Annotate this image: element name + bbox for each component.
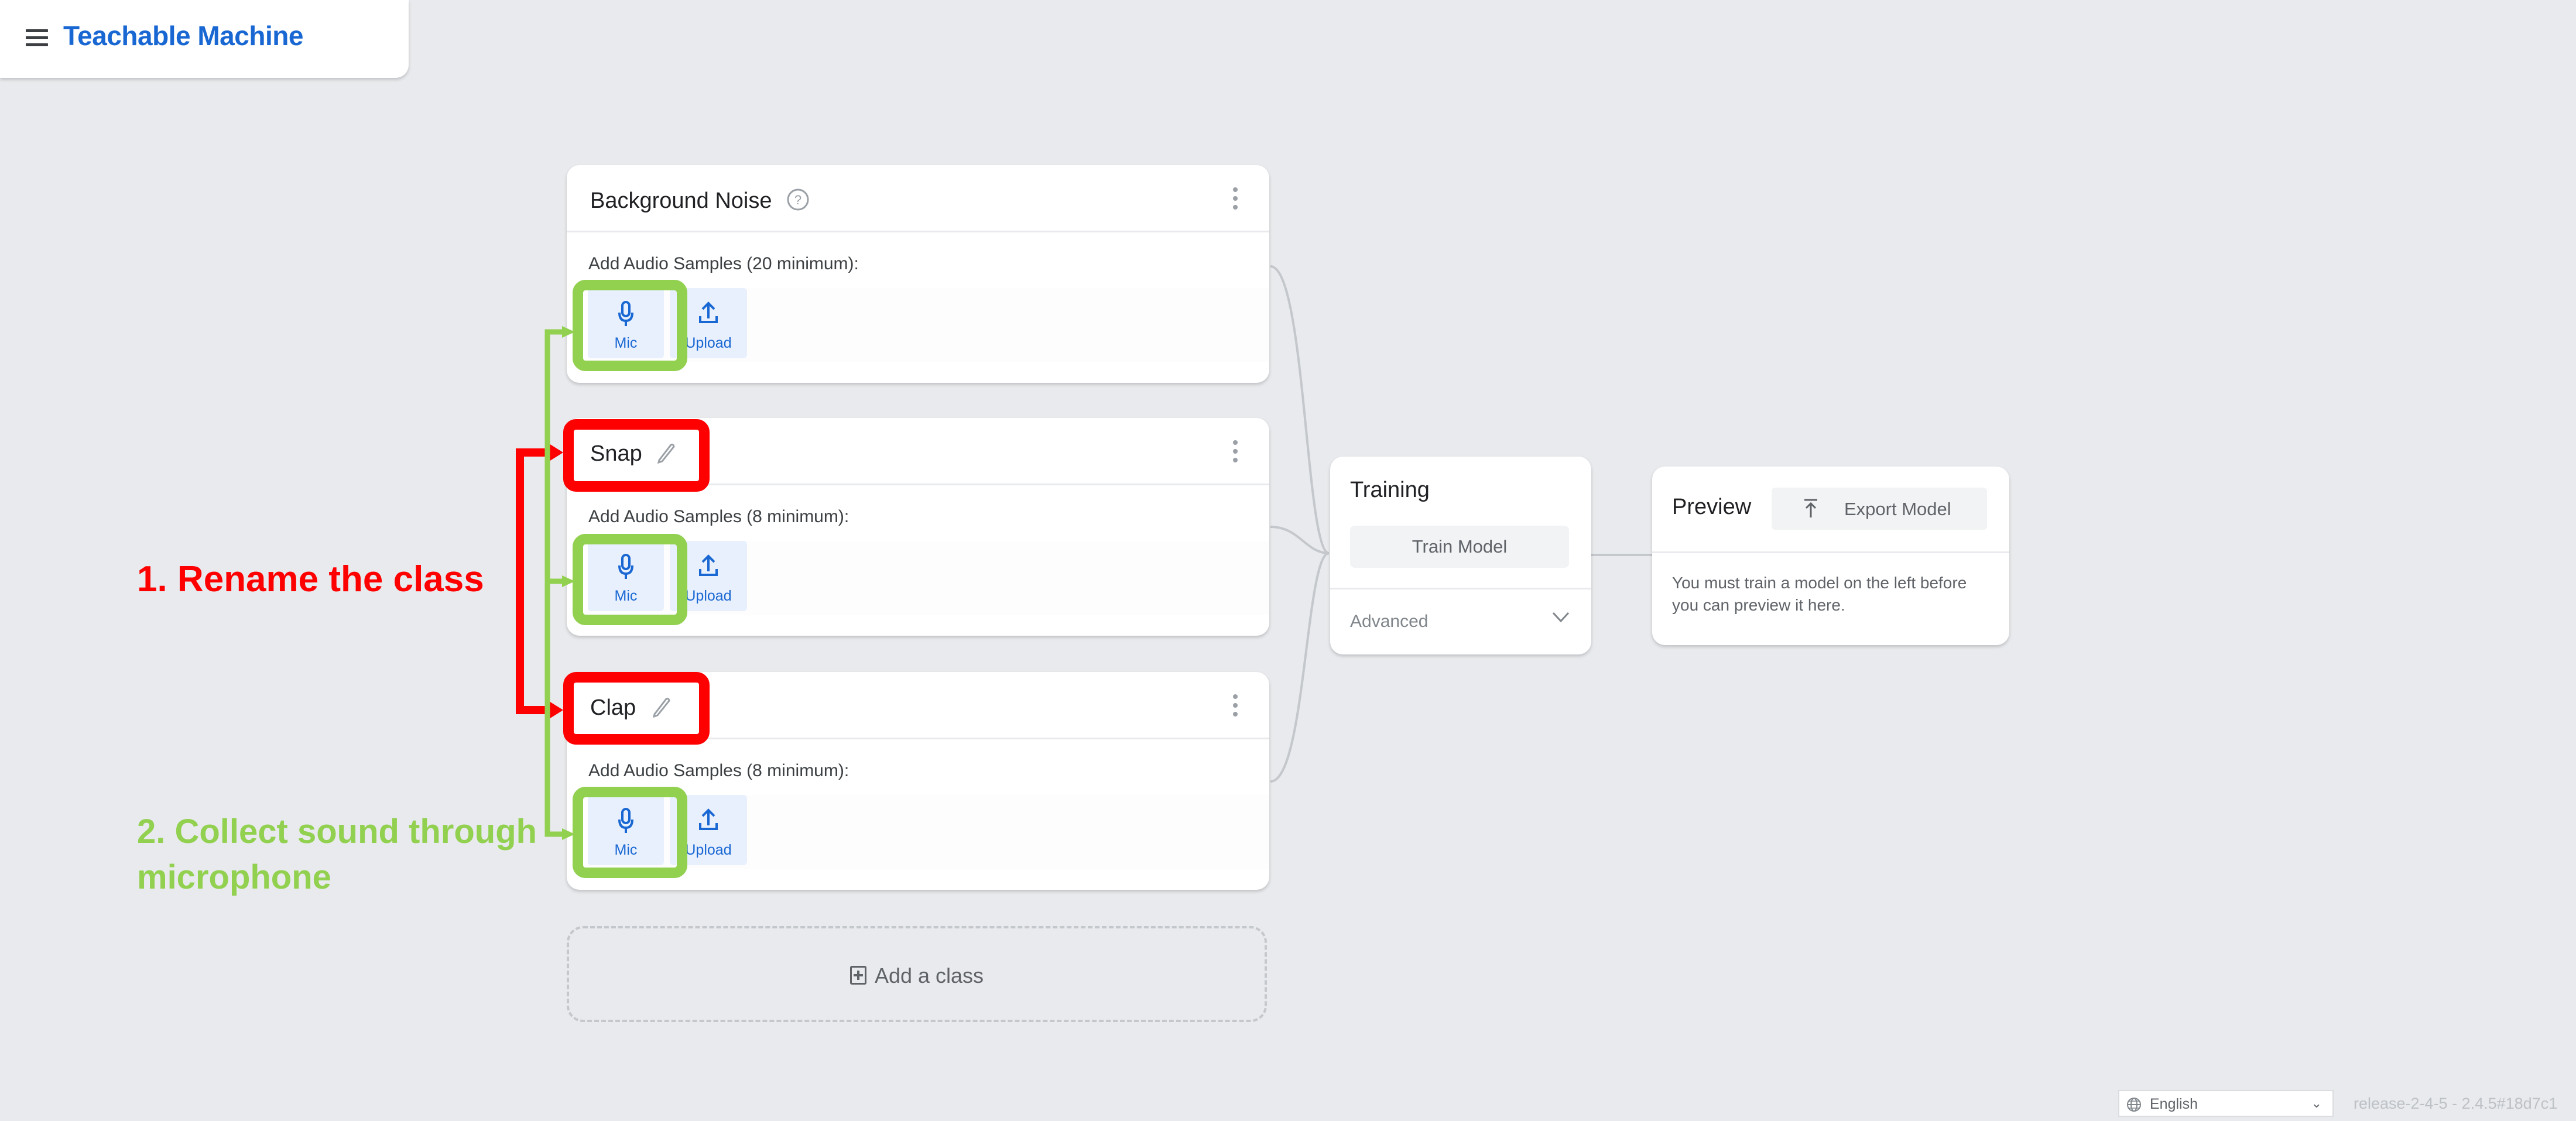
green-bracket-arrows xyxy=(544,326,575,840)
annotation-arrows xyxy=(516,326,575,840)
